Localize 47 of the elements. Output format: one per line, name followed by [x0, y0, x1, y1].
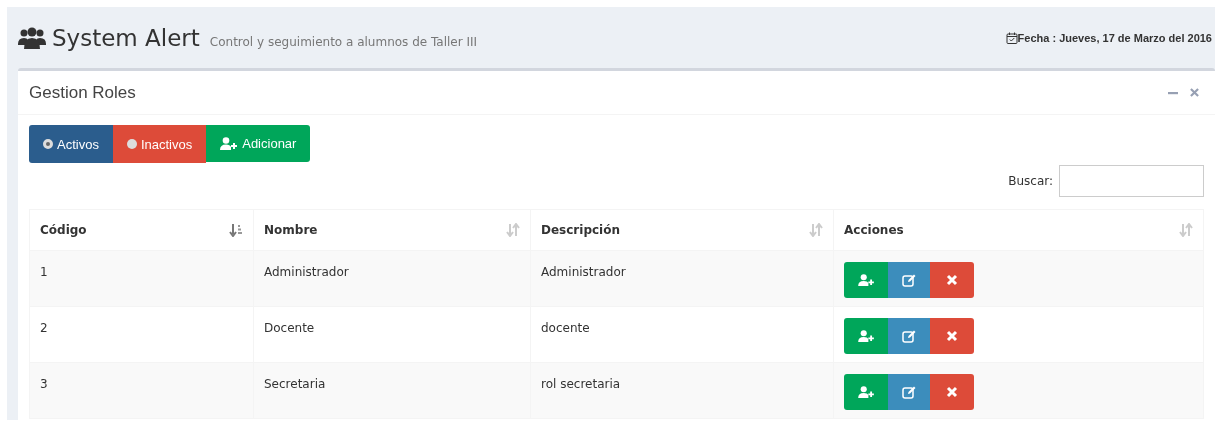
search-label: Buscar:	[1008, 174, 1053, 188]
app-title: System Alert	[52, 24, 200, 51]
close-icon	[946, 274, 958, 286]
table-cell: Secretaria	[253, 362, 531, 419]
add-user-icon	[857, 274, 875, 286]
close-icon	[946, 330, 958, 342]
app-subtitle: Control y seguimiento a alumnos de Taller III	[209, 34, 478, 49]
add-user-button[interactable]	[844, 262, 888, 298]
add-user-icon	[220, 137, 239, 150]
sort-icon	[506, 223, 520, 237]
sort-icon	[809, 223, 823, 237]
delete-button[interactable]	[930, 262, 974, 298]
delete-button[interactable]	[930, 318, 974, 354]
table-cell: Administrador	[530, 250, 834, 307]
edit-button[interactable]	[888, 374, 930, 410]
add-user-button[interactable]	[844, 318, 888, 354]
table-cell: Administrador	[253, 250, 531, 307]
table-cell: 3	[29, 362, 254, 419]
column-header[interactable]: Código	[29, 209, 254, 251]
table-cell: docente	[530, 306, 834, 363]
column-header[interactable]: Nombre	[253, 209, 531, 251]
column-header[interactable]: Descripción	[530, 209, 834, 251]
table-cell: Docente	[253, 306, 531, 363]
table-cell: 1	[29, 250, 254, 307]
search-field[interactable]	[1059, 165, 1204, 197]
edit-button[interactable]	[888, 262, 930, 298]
table-cell: 2	[29, 306, 254, 363]
close-icon	[946, 386, 958, 398]
delete-button[interactable]	[930, 374, 974, 410]
edit-icon	[902, 385, 916, 399]
date-text: Fecha : Jueves, 17 de Marzo del 2016	[1017, 31, 1212, 44]
add-user-icon	[857, 330, 875, 342]
sort-ascending-icon	[229, 223, 243, 237]
table-cell: rol secretaria	[530, 362, 834, 419]
filter-button[interactable]: Activos	[29, 125, 113, 163]
edit-button[interactable]	[888, 318, 930, 354]
edit-icon	[902, 329, 916, 343]
filter-button[interactable]: Inactivos	[112, 125, 207, 163]
sort-icon	[1179, 223, 1193, 237]
calendar-icon	[1005, 31, 1018, 44]
add-user-icon	[857, 386, 875, 398]
add-user-button[interactable]	[844, 374, 888, 410]
edit-icon	[902, 273, 916, 287]
users-icon	[18, 26, 46, 49]
close-button[interactable]	[1190, 87, 1199, 98]
panel-title: Gestion Roles	[29, 82, 136, 103]
column-header[interactable]: Acciones	[833, 209, 1204, 251]
